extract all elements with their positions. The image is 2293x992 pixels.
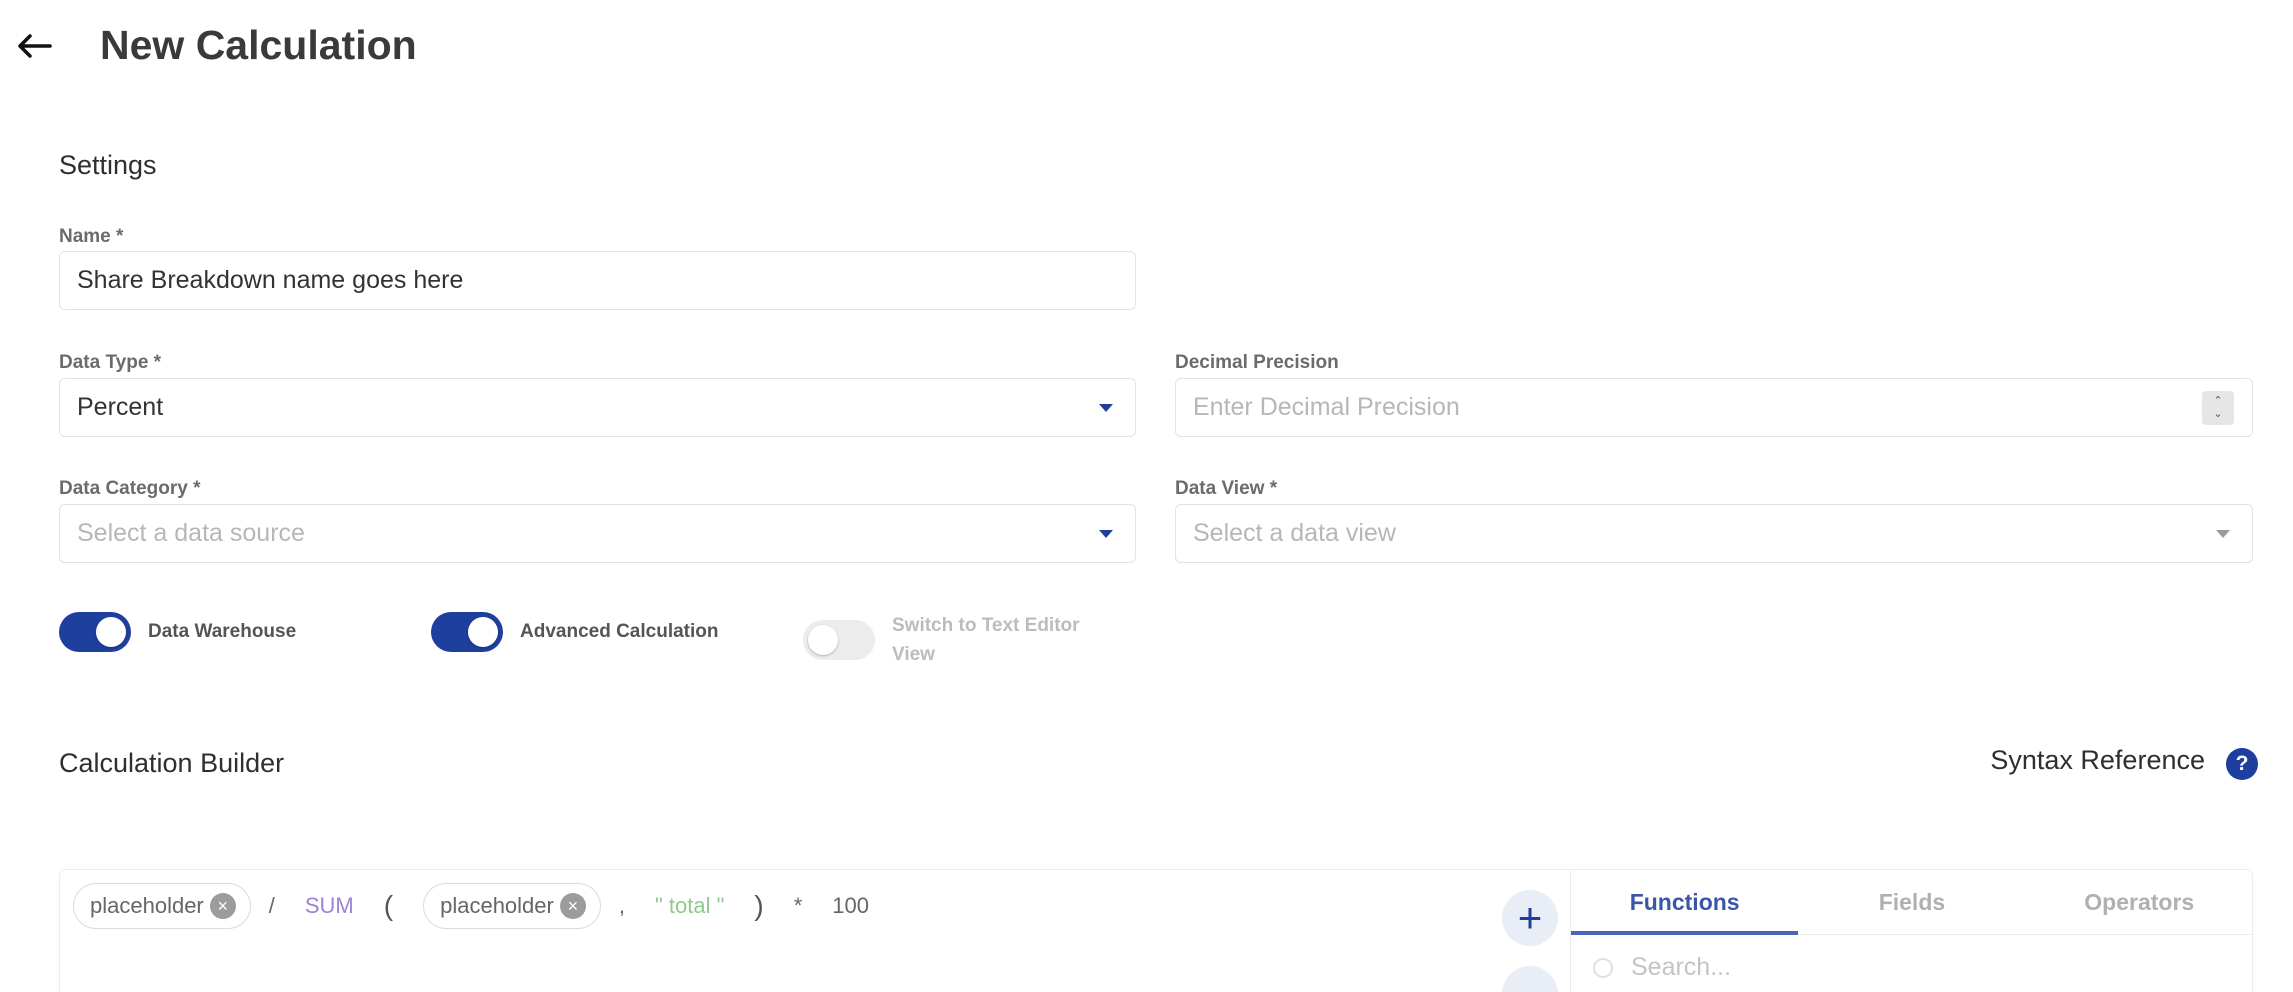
data-warehouse-toggle[interactable] (59, 612, 131, 652)
data-view-label: Data View * (1175, 478, 1278, 499)
toggle-knob (468, 617, 498, 647)
back-button[interactable] (14, 26, 54, 66)
field-chip-label: placeholder (440, 893, 554, 918)
function-token[interactable]: SUM (305, 893, 354, 919)
panel-search-placeholder: Search... (1631, 953, 1732, 981)
operator-token[interactable]: * (794, 893, 803, 919)
calculation-builder-heading: Calculation Builder (59, 748, 285, 778)
page-title: New Calculation (100, 22, 417, 68)
paren-token[interactable]: ) (754, 890, 763, 922)
number-stepper[interactable]: ⌃ ⌄ (2202, 390, 2234, 425)
advanced-calculation-label: Advanced Calculation (520, 621, 719, 642)
settings-heading: Settings (59, 150, 157, 180)
stepper-up-icon[interactable]: ⌃ (2213, 395, 2222, 407)
text-editor-toggle[interactable] (803, 620, 875, 660)
paren-token[interactable]: ( (384, 890, 393, 922)
tab-fields[interactable]: Fields (1798, 869, 2025, 934)
data-category-placeholder: Select a data source (77, 519, 305, 547)
search-icon (1593, 957, 1613, 978)
tab-functions[interactable]: Functions (1571, 869, 1799, 935)
name-field[interactable]: Share Breakdown name goes here (59, 251, 1136, 310)
stepper-down-icon[interactable]: ⌄ (2213, 408, 2222, 420)
text-editor-label: Switch to Text Editor View (892, 611, 1080, 669)
name-label: Name * (59, 226, 124, 247)
data-category-select[interactable]: Select a data source (59, 504, 1136, 563)
syntax-reference-link[interactable]: Syntax Reference (1990, 745, 2205, 776)
caret-down-icon (1099, 403, 1113, 412)
plus-icon: + (1517, 894, 1543, 941)
data-type-label: Data Type * (59, 352, 162, 373)
string-token[interactable]: " total " (655, 893, 724, 919)
data-view-select[interactable]: Select a data view (1175, 504, 2253, 563)
tab-operators[interactable]: Operators (2026, 869, 2253, 934)
remove-chip-icon[interactable]: × (209, 893, 236, 919)
data-category-label: Data Category * (59, 478, 201, 499)
help-icon[interactable]: ? (2226, 748, 2258, 780)
advanced-calculation-toggle[interactable] (431, 612, 503, 652)
field-chip[interactable]: placeholder × (423, 883, 601, 929)
text-editor-label-line2: View (892, 644, 935, 665)
toggle-knob (808, 625, 838, 655)
reference-panel: Functions Fields Operators Search... (1570, 869, 2253, 992)
caret-down-icon (1099, 529, 1113, 538)
decimal-precision-placeholder: Enter Decimal Precision (1193, 393, 1460, 421)
decimal-precision-input[interactable]: Enter Decimal Precision ⌃ ⌄ (1175, 378, 2253, 437)
data-view-placeholder: Select a data view (1193, 519, 1396, 547)
field-chip-label: placeholder (90, 893, 204, 918)
minus-icon: − (1518, 973, 1543, 992)
add-token-button[interactable]: + (1502, 890, 1558, 946)
field-chip[interactable]: placeholder × (73, 883, 251, 929)
comma-token[interactable]: , (619, 893, 625, 919)
data-warehouse-label: Data Warehouse (148, 621, 297, 642)
arrow-left-icon (18, 34, 52, 58)
data-type-value: Percent (77, 393, 164, 421)
formula-expression: placeholder × / SUM ( placeholder × , " … (73, 883, 899, 929)
remove-chip-icon[interactable]: × (559, 893, 586, 919)
name-field-value: Share Breakdown name goes here (77, 266, 464, 294)
operator-token[interactable]: / (269, 893, 275, 919)
text-editor-label-line1: Switch to Text Editor (892, 615, 1080, 636)
panel-search-input[interactable]: Search... (1593, 953, 1731, 982)
reference-tabs: Functions Fields Operators (1571, 869, 2253, 935)
caret-down-icon (2216, 529, 2230, 538)
data-type-select[interactable]: Percent (59, 378, 1136, 437)
decimal-precision-label: Decimal Precision (1175, 352, 1339, 373)
toggle-knob (96, 617, 126, 647)
number-token[interactable]: 100 (832, 893, 869, 919)
